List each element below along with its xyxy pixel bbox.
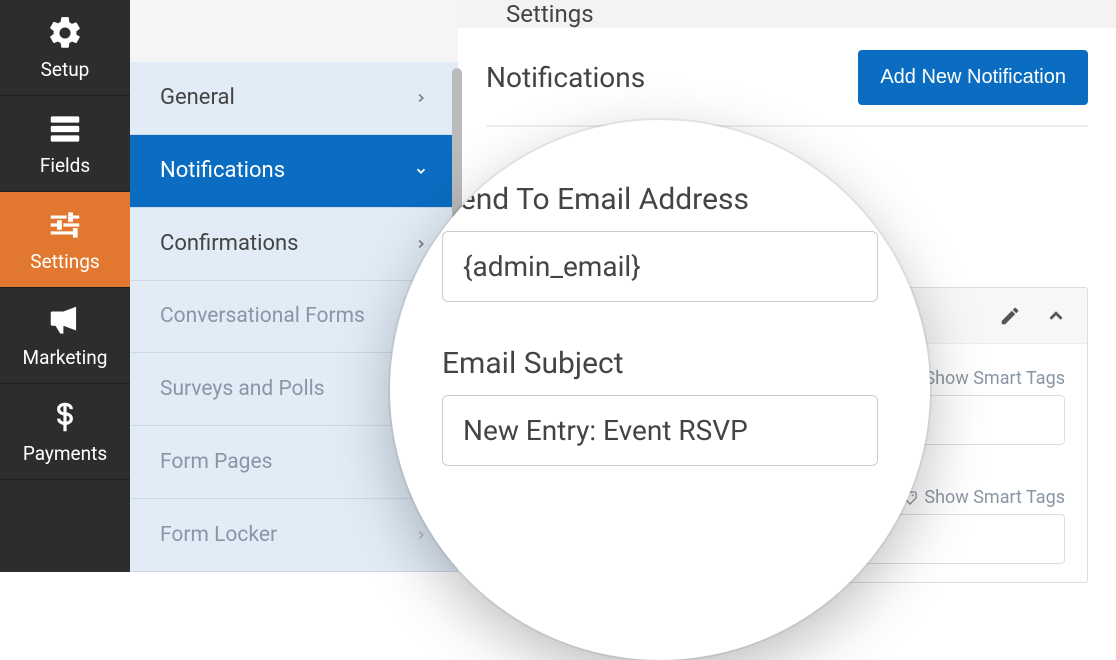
- chevron-right-icon: [414, 237, 428, 251]
- gear-icon: [46, 14, 84, 52]
- pencil-icon[interactable]: [999, 305, 1021, 327]
- smart-tags-label: Show Smart Tags: [924, 368, 1065, 389]
- send-to-label: Send To Email Address: [442, 182, 878, 217]
- subnav-notifications[interactable]: Notifications: [130, 135, 458, 208]
- chevron-down-icon: [414, 164, 428, 178]
- bullhorn-icon: [46, 302, 84, 340]
- dollar-icon: [46, 398, 84, 436]
- subnav-confirmations[interactable]: Confirmations: [130, 208, 458, 281]
- subnav-notifications-label: Notifications: [160, 158, 285, 183]
- list-icon: [46, 110, 84, 148]
- subnav-conversational-label: Conversational Forms: [160, 304, 365, 328]
- chevron-up-icon[interactable]: [1045, 305, 1067, 327]
- main-nav: Setup Fields Settings Marketing Payments: [0, 0, 130, 572]
- notifications-title: Notifications: [486, 61, 645, 94]
- subnav-formpages-label: Form Pages: [160, 450, 272, 474]
- subnav-gap: [130, 0, 458, 62]
- nav-setup[interactable]: Setup: [0, 0, 130, 96]
- tab-settings[interactable]: Settings: [506, 0, 594, 28]
- chevron-right-icon: [414, 528, 428, 542]
- nav-setup-label: Setup: [41, 58, 90, 81]
- subnav-formlocker-label: Form Locker: [160, 523, 277, 547]
- email-subject-input[interactable]: New Entry: Event RSVP: [442, 395, 878, 466]
- chevron-right-icon: [414, 91, 428, 105]
- nav-payments[interactable]: Payments: [0, 384, 130, 480]
- magnifier-overlay: Send To Email Address {admin_email} Emai…: [390, 120, 930, 660]
- subnav-surveys-label: Surveys and Polls: [160, 377, 325, 401]
- send-to-input[interactable]: {admin_email}: [442, 231, 878, 302]
- subnav-confirmations-label: Confirmations: [160, 231, 299, 256]
- subnav-general[interactable]: General: [130, 62, 458, 135]
- add-notification-button[interactable]: Add New Notification: [858, 50, 1088, 105]
- sliders-icon: [46, 206, 84, 244]
- tab-bar: Settings: [458, 0, 1116, 28]
- nav-fields-label: Fields: [40, 154, 90, 177]
- subnav-formlocker[interactable]: Form Locker: [130, 499, 458, 572]
- subnav-general-label: General: [160, 85, 235, 110]
- nav-settings[interactable]: Settings: [0, 192, 130, 288]
- smart-tags-label-2: Show Smart Tags: [924, 487, 1065, 508]
- notifications-header: Notifications Add New Notification: [486, 50, 1088, 127]
- nav-settings-label: Settings: [30, 250, 99, 273]
- nav-payments-label: Payments: [23, 442, 107, 465]
- nav-marketing-label: Marketing: [23, 346, 108, 369]
- nav-fields[interactable]: Fields: [0, 96, 130, 192]
- nav-marketing[interactable]: Marketing: [0, 288, 130, 384]
- email-subject-label: Email Subject: [442, 346, 878, 381]
